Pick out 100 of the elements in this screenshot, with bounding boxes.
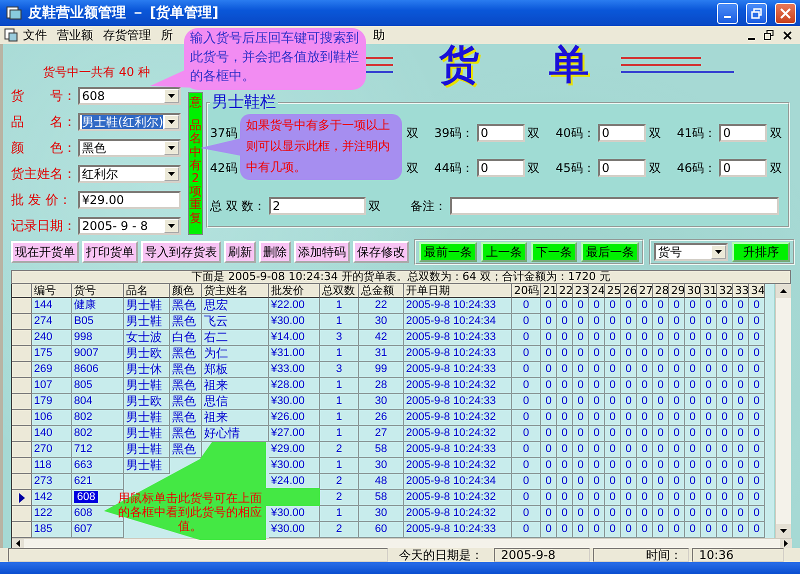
column-header[interactable]: 货号 [72, 284, 124, 298]
nav-button[interactable]: 上一条 [481, 242, 527, 262]
combo-box[interactable]: 黑色 [78, 139, 181, 157]
action-button[interactable]: 保存修改 [353, 241, 409, 263]
table-cell: 0 [701, 490, 717, 506]
size-field[interactable]: 0 [476, 124, 525, 142]
action-button[interactable]: 删除 [259, 241, 291, 263]
table-cell: 0 [512, 506, 541, 522]
table-cell: 0 [653, 442, 669, 458]
combo-box[interactable]: 红利尔 [78, 165, 181, 183]
combo-box[interactable]: 608 [78, 87, 181, 105]
table-cell: 0 [685, 362, 701, 378]
table-cell: 274 [32, 314, 72, 330]
field-label: 货 号： [11, 88, 77, 105]
table-cell: 0 [637, 410, 653, 426]
column-header[interactable]: 23 [573, 284, 589, 298]
action-button[interactable]: 添加特码 [294, 241, 350, 263]
column-header[interactable]: 20码 [512, 284, 541, 298]
table-cell: 0 [605, 442, 621, 458]
menu-item[interactable]: 文件 [18, 26, 52, 44]
table-cell: 0 [669, 426, 685, 442]
table-cell: 0 [605, 378, 621, 394]
restore-button[interactable] [762, 28, 776, 42]
vertical-scrollbar[interactable] [775, 284, 791, 538]
combo-box[interactable]: 2005- 9 - 8 [78, 217, 181, 235]
table-cell: 0 [557, 490, 573, 506]
row-header[interactable] [12, 490, 32, 506]
size-field[interactable]: 0 [476, 159, 525, 177]
size-field[interactable]: 0 [598, 159, 646, 177]
horizontal-scrollbar[interactable] [12, 538, 792, 548]
column-header[interactable]: 32 [717, 284, 733, 298]
column-header[interactable]: 总金额 [359, 284, 404, 298]
column-header[interactable]: 29 [669, 284, 685, 298]
nav-button[interactable]: 下一条 [531, 242, 577, 262]
table-cell: 0 [557, 394, 573, 410]
column-header[interactable]: 21 [541, 284, 557, 298]
action-button[interactable]: 刷新 [224, 241, 256, 263]
dropdown-button[interactable] [164, 219, 179, 233]
caret-icon [168, 172, 175, 176]
total-field[interactable]: 2 [268, 197, 366, 215]
action-button[interactable]: 导入到存货表 [141, 241, 221, 263]
action-button[interactable]: 现在开货单 [11, 241, 79, 263]
nav-button[interactable]: 最前一条 [419, 242, 477, 262]
field-label: 批 发 价： [11, 192, 72, 209]
column-header[interactable]: 27 [637, 284, 653, 298]
column-header[interactable]: 颜色 [170, 284, 202, 298]
dropdown-button[interactable] [164, 89, 179, 103]
column-header[interactable]: 25 [605, 284, 621, 298]
dropdown-button[interactable] [164, 141, 179, 155]
column-header[interactable]: 编号 [32, 284, 72, 298]
menu-item[interactable]: 助 [368, 26, 390, 44]
table-cell: 0 [589, 394, 605, 410]
size-field[interactable]: 0 [598, 124, 646, 142]
menu-item[interactable]: 所 [156, 26, 178, 44]
table-cell: 0 [621, 330, 637, 346]
column-header[interactable]: 批发价 [269, 284, 320, 298]
table-cell: 1 [320, 506, 359, 522]
table-cell: 0 [733, 426, 749, 442]
table-cell: 0 [573, 442, 589, 458]
table-cell: 0 [573, 410, 589, 426]
dropdown-button[interactable] [164, 167, 179, 181]
size-field[interactable]: 0 [719, 159, 768, 177]
column-header[interactable]: 开单日期 [404, 284, 512, 298]
column-header[interactable]: 总双数 [320, 284, 359, 298]
dropdown-button[interactable] [164, 115, 179, 129]
column-header[interactable]: 30 [685, 284, 701, 298]
column-header[interactable]: 26 [621, 284, 637, 298]
table-cell: 1 [320, 410, 359, 426]
column-header[interactable]: 33 [733, 284, 749, 298]
table-cell: 0 [621, 362, 637, 378]
table-cell: 0 [749, 394, 765, 410]
action-button[interactable]: 打印货单 [82, 241, 138, 263]
column-header[interactable]: 货主姓名 [202, 284, 269, 298]
text-field[interactable]: ¥29.00 [78, 191, 181, 209]
combo-box[interactable]: 男士鞋(红利尔) [78, 113, 181, 131]
sort-combo[interactable]: 货号 [654, 243, 728, 261]
dropdown-button[interactable] [711, 245, 726, 259]
column-header[interactable]: 28 [653, 284, 669, 298]
caret-icon [168, 120, 175, 124]
table-cell: 0 [749, 474, 765, 490]
table-cell: 0 [512, 298, 541, 314]
menu-item[interactable]: 营业额 [52, 26, 98, 44]
nav-button[interactable]: 最后一条 [581, 242, 639, 262]
table-cell: 0 [541, 298, 557, 314]
table-cell: 0 [685, 522, 701, 538]
table-cell: 0 [669, 362, 685, 378]
table-cell: 122 [32, 506, 72, 522]
column-header[interactable]: 品名 [124, 284, 170, 298]
size-label: 44码： [434, 160, 474, 176]
column-header[interactable]: 22 [557, 284, 573, 298]
sort-button[interactable]: 升排序 [732, 242, 790, 262]
table-cell: 0 [701, 330, 717, 346]
table-cell: 3 [320, 362, 359, 378]
table-cell: 0 [573, 394, 589, 410]
table-cell: 0 [685, 346, 701, 362]
menu-item[interactable]: 存货管理 [98, 26, 156, 44]
size-field[interactable]: 0 [719, 124, 768, 142]
note-field[interactable] [450, 197, 780, 215]
column-header[interactable]: 31 [701, 284, 717, 298]
table-cell: 0 [733, 394, 749, 410]
